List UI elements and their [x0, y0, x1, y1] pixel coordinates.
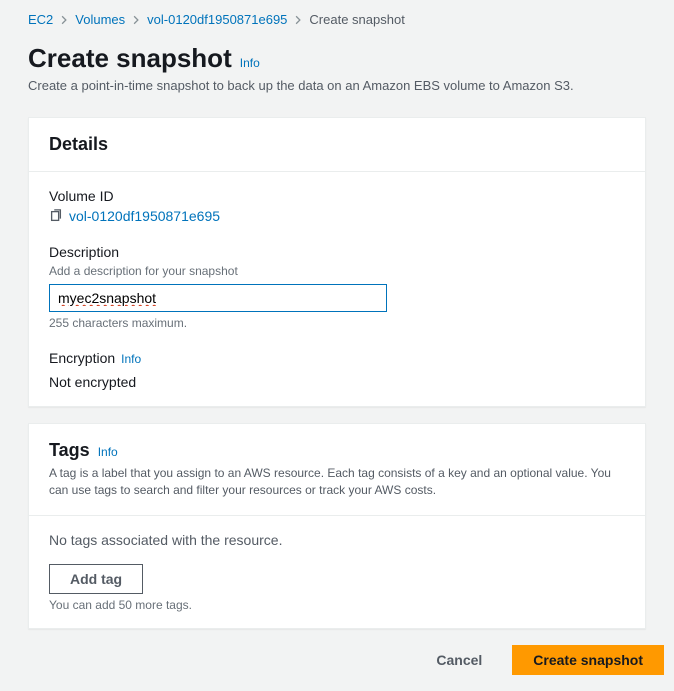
details-panel: Details Volume ID vol-0120df1950871e695 …	[28, 117, 646, 407]
tags-heading: Tags	[49, 440, 90, 461]
description-field: Description Add a description for your s…	[49, 244, 625, 330]
page-title: Create snapshot	[28, 43, 232, 74]
volume-id-field: Volume ID vol-0120df1950871e695	[49, 188, 625, 224]
tags-panel: Tags Info A tag is a label that you assi…	[28, 423, 646, 629]
breadcrumb-volumes[interactable]: Volumes	[75, 12, 125, 27]
encryption-field: Encryption Info Not encrypted	[49, 350, 625, 390]
volume-id-link[interactable]: vol-0120df1950871e695	[69, 208, 220, 224]
description-label: Description	[49, 244, 625, 260]
tags-description: A tag is a label that you assign to an A…	[49, 465, 625, 499]
chevron-right-icon	[293, 15, 303, 25]
chevron-right-icon	[59, 15, 69, 25]
chevron-right-icon	[131, 15, 141, 25]
breadcrumb: EC2 Volumes vol-0120df1950871e695 Create…	[0, 12, 674, 27]
description-sub: Add a description for your snapshot	[49, 264, 625, 278]
page-subtitle: Create a point-in-time snapshot to back …	[28, 78, 646, 93]
tags-hint: You can add 50 more tags.	[49, 598, 625, 612]
breadcrumb-ec2[interactable]: EC2	[28, 12, 53, 27]
cancel-button[interactable]: Cancel	[416, 645, 502, 675]
encryption-label: Encryption	[49, 350, 115, 366]
breadcrumb-current: Create snapshot	[309, 12, 404, 27]
description-hint: 255 characters maximum.	[49, 316, 625, 330]
footer: Cancel Create snapshot	[0, 629, 674, 691]
details-heading: Details	[49, 134, 625, 155]
description-input[interactable]	[49, 284, 387, 312]
copy-icon[interactable]	[49, 209, 63, 223]
volume-id-label: Volume ID	[49, 188, 625, 204]
tags-empty-text: No tags associated with the resource.	[49, 532, 625, 548]
add-tag-button[interactable]: Add tag	[49, 564, 143, 594]
encryption-value: Not encrypted	[49, 374, 625, 390]
page-info-link[interactable]: Info	[240, 56, 260, 70]
tags-info-link[interactable]: Info	[98, 445, 118, 459]
create-snapshot-button[interactable]: Create snapshot	[512, 645, 664, 675]
breadcrumb-volume-id[interactable]: vol-0120df1950871e695	[147, 12, 287, 27]
encryption-info-link[interactable]: Info	[121, 352, 141, 366]
